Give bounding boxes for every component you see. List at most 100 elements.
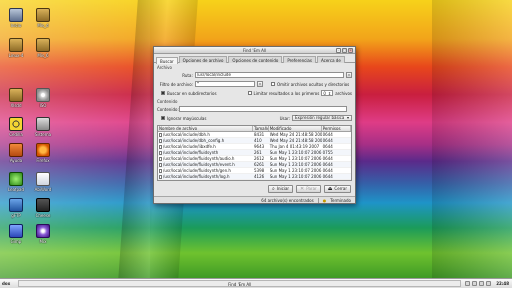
status-found: 64 archivo(s) encontrados	[261, 197, 314, 203]
cell-size-text: 4126	[254, 174, 265, 179]
cell-permissions-text: 0644	[322, 144, 333, 149]
cell-permissions: 0644	[322, 162, 351, 167]
taskbar-window-button[interactable]: Find 'Em All	[18, 280, 462, 287]
search-subdirs-label: Buscar en subdirectorios	[167, 90, 217, 96]
desktop-icon-linux[interactable]: Linux-4	[3, 38, 29, 58]
desktop-icon-gimp[interactable]: Gimp	[3, 224, 29, 244]
cell-modified-text: Sun May 1 23:10:07 2006	[269, 162, 322, 167]
limit-suffix: archivos	[335, 90, 352, 96]
desktop-icon-gftp[interactable]: gFTP	[3, 198, 29, 218]
desktop-icon-label: Mis_d	[37, 23, 49, 28]
cell-filename-text: /usr/local/include/dbh.h	[163, 132, 210, 137]
cell-permissions: 0755	[322, 150, 351, 155]
cell-modified: Sun May 1 23:10:07 2006	[269, 162, 322, 167]
home-icon	[9, 8, 23, 22]
cell-permissions: 0644	[322, 132, 351, 137]
desktop-icon-label: Firefox	[36, 158, 50, 163]
network-icon[interactable]	[465, 281, 471, 286]
stop-icon: ✕	[300, 186, 305, 192]
search-subdirs-checkbox[interactable]	[161, 91, 165, 95]
contains-row: Contenido:	[157, 105, 352, 113]
tab-acerca-de[interactable]: Acerca de	[316, 56, 345, 63]
column-header-filename[interactable]: Nombre de archivo	[158, 126, 253, 131]
stop-button[interactable]: ✕ Parar	[296, 185, 321, 193]
table-row[interactable]: /usr/local/include/fluidsynth/log.h 4126 S…	[158, 174, 351, 180]
desktop-icon-xlsdd[interactable]: Xlsdd	[3, 88, 29, 108]
chevron-down-icon: ▾	[346, 115, 349, 120]
cell-filename: /usr/local/include/dbh_config.h	[158, 138, 253, 143]
desktop-icon-label: Cheese	[35, 213, 51, 218]
cell-filename: /usr/local/include/dbh.h	[158, 132, 253, 137]
desktop-icon-home[interactable]: Inicio	[3, 8, 29, 28]
battery-icon[interactable]	[479, 281, 485, 286]
start-menu-button[interactable]: dox	[0, 281, 14, 286]
desktop-icon-firefox[interactable]: Firefox	[30, 143, 56, 163]
cell-filename: /usr/local/include/fluidsynth	[158, 150, 253, 155]
desktop-icon-mis-d[interactable]: Mis_d	[30, 8, 56, 28]
desktop-icon-abiword[interactable]: AbiWord	[30, 172, 56, 192]
cell-modified-text: Sun May 1 23:10:07 2006	[269, 174, 322, 179]
cell-size: 6261	[253, 162, 269, 167]
desktop-icon-ayuda[interactable]: Ayuda	[3, 143, 29, 163]
close-icon[interactable]: ×	[348, 48, 353, 53]
start-button[interactable]: ⌕ Iniciar	[268, 185, 294, 193]
desktop-icon-leafpad[interactable]: Leafpad	[3, 172, 29, 192]
box-icon	[9, 38, 23, 52]
column-header-modified[interactable]: Modificado	[269, 126, 322, 131]
action-buttons: ⌕ Iniciar ✕ Parar ⏏ Cerrar	[154, 181, 355, 193]
file-icon	[159, 139, 162, 143]
update-icon[interactable]	[486, 281, 492, 286]
maximize-icon[interactable]: □	[342, 48, 347, 53]
column-header-size[interactable]: Tamaño	[253, 126, 269, 131]
ignore-case-checkbox[interactable]	[161, 116, 165, 120]
mail-icon	[36, 172, 50, 186]
tools-icon	[9, 143, 23, 157]
limit-spinner[interactable]: 0 ⇕	[321, 90, 334, 96]
cell-size-text: 9643	[254, 144, 265, 149]
status-done-icon: ●	[322, 197, 327, 203]
clock[interactable]: 22:48	[493, 281, 509, 286]
cell-filename-text: /usr/local/include/fluidsynth/event.h	[163, 162, 235, 167]
filter-history-icon[interactable]: ▾	[257, 81, 263, 87]
close-button[interactable]: ⏏ Cerrar	[323, 185, 351, 193]
app-icon	[9, 224, 23, 238]
browse-folder-icon[interactable]: ▾	[346, 72, 353, 78]
status-done: Terminado	[330, 197, 351, 203]
column-header-permissions[interactable]: Permisos	[322, 126, 351, 131]
taskbar: dox Find 'Em All 22:48	[0, 278, 512, 288]
volume-icon[interactable]	[472, 281, 478, 286]
limit-results-checkbox[interactable]	[247, 91, 252, 95]
tab-preferencias[interactable]: Preferencias	[283, 56, 316, 63]
contains-field[interactable]	[179, 106, 347, 112]
window-controls: – □ ×	[336, 48, 353, 53]
box-icon	[9, 88, 23, 102]
desktop-icon-label: Sistema	[34, 132, 52, 137]
desktop-icon-cedilla[interactable]: Cedilla	[3, 117, 29, 137]
omit-hidden-checkbox[interactable]	[271, 82, 275, 86]
filter-field[interactable]: *	[195, 81, 255, 87]
desktop-icon-mix[interactable]: Mix	[30, 224, 56, 244]
cell-permissions-text: 0644	[322, 168, 333, 173]
tab-opciones-archivo[interactable]: Opciones de archivo	[178, 56, 228, 63]
desktop-icon-label: Mis_6	[37, 53, 49, 58]
system-tray: 22:48	[465, 281, 512, 286]
cell-filename-text: /usr/local/include/dbh_config.h	[163, 138, 225, 143]
path-field[interactable]: /usr/local/include	[194, 72, 345, 78]
regex-type-select[interactable]: Expresión regular básica ▾	[292, 115, 352, 121]
cell-permissions-text: 0644	[322, 132, 333, 137]
desktop-icon-iso[interactable]: ISO	[30, 88, 56, 108]
tab-buscar[interactable]: Buscar	[156, 57, 178, 64]
tab-opciones-contenido[interactable]: Opciones de contenido	[228, 56, 283, 63]
filter-label: Filtro de archivo:	[159, 81, 193, 87]
desktop-icon-cheese[interactable]: Cheese	[30, 198, 56, 218]
firefox-icon	[36, 143, 50, 157]
cell-filename-text: /usr/local/include/fluidsynth/gen.h	[163, 168, 231, 173]
window-titlebar[interactable]: Find 'Em All – □ ×	[154, 47, 355, 54]
desktop-icon-sistema[interactable]: Sistema	[30, 117, 56, 137]
desktop-icon-mis-6[interactable]: Mis_6	[30, 38, 56, 58]
minimize-icon[interactable]: –	[336, 48, 341, 53]
desktop-icon-label: Gimp	[10, 239, 22, 244]
desktop-icon-label: Ayuda	[9, 158, 23, 163]
cell-filename: /usr/local/include/fluidsynth/event.h	[158, 162, 253, 167]
cell-permissions: 0644	[322, 156, 351, 161]
